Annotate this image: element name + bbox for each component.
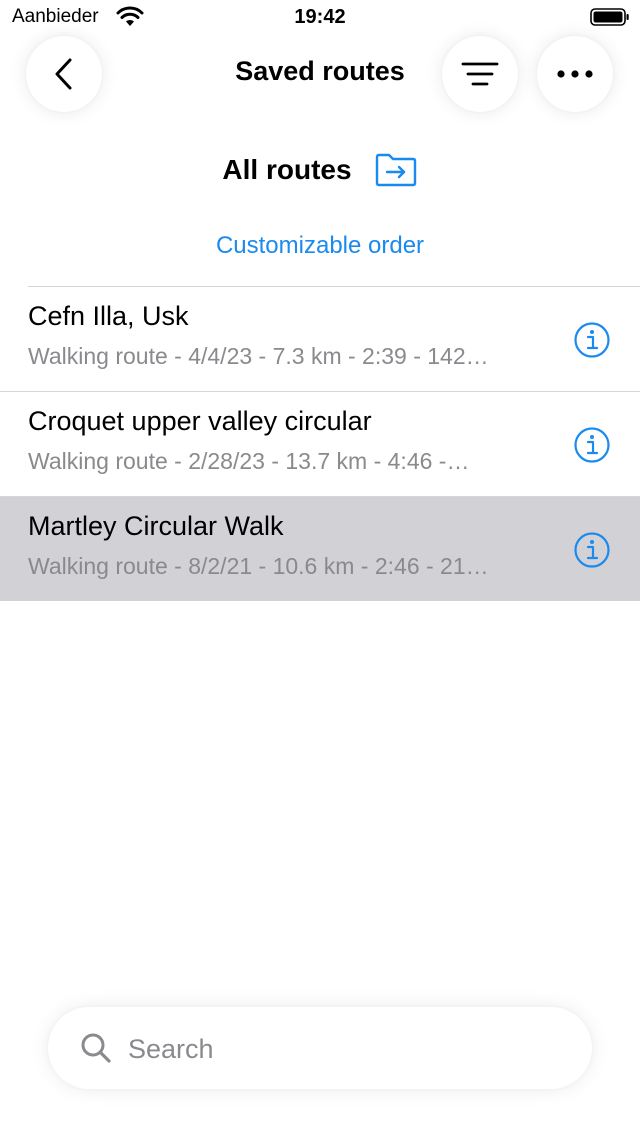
route-row-selected[interactable]: Martley Circular Walk Walking route - 8/… <box>0 497 640 601</box>
route-row[interactable]: Croquet upper valley circular Walking ro… <box>0 392 640 497</box>
status-time: 19:42 <box>294 6 346 28</box>
search-input[interactable] <box>126 1025 570 1073</box>
route-subtitle: Walking route - 8/2/21 - 10.6 km - 2:46 … <box>28 553 489 579</box>
info-icon[interactable] <box>574 427 610 463</box>
info-icon[interactable] <box>574 532 610 568</box>
search-bar[interactable] <box>48 1007 592 1089</box>
battery-icon <box>590 8 629 26</box>
route-title: Cefn Illa, Usk <box>28 301 189 331</box>
route-subtitle: Walking route - 4/4/23 - 7.3 km - 2:39 -… <box>28 343 489 369</box>
folder-title: All routes <box>222 154 352 185</box>
sort-button[interactable] <box>442 36 518 112</box>
routes-list: Cefn Illa, Usk Walking route - 4/4/23 - … <box>0 286 640 601</box>
info-icon[interactable] <box>574 322 610 358</box>
route-title: Martley Circular Walk <box>28 511 284 541</box>
route-title: Croquet upper valley circular <box>28 406 372 436</box>
folder-selector[interactable]: All routes <box>0 150 640 190</box>
more-button[interactable] <box>537 36 613 112</box>
folder-arrow-icon[interactable] <box>374 152 418 188</box>
customizable-order-link[interactable]: Customizable order <box>0 232 640 260</box>
route-subtitle: Walking route - 2/28/23 - 13.7 km - 4:46… <box>28 448 470 474</box>
route-row[interactable]: Cefn Illa, Usk Walking route - 4/4/23 - … <box>0 287 640 392</box>
status-bar: Aanbieder 19:42 <box>0 0 640 36</box>
search-icon <box>81 1033 111 1063</box>
ellipsis-icon <box>557 70 593 78</box>
header: Saved routes <box>0 36 640 112</box>
sort-lines-icon <box>461 62 499 86</box>
